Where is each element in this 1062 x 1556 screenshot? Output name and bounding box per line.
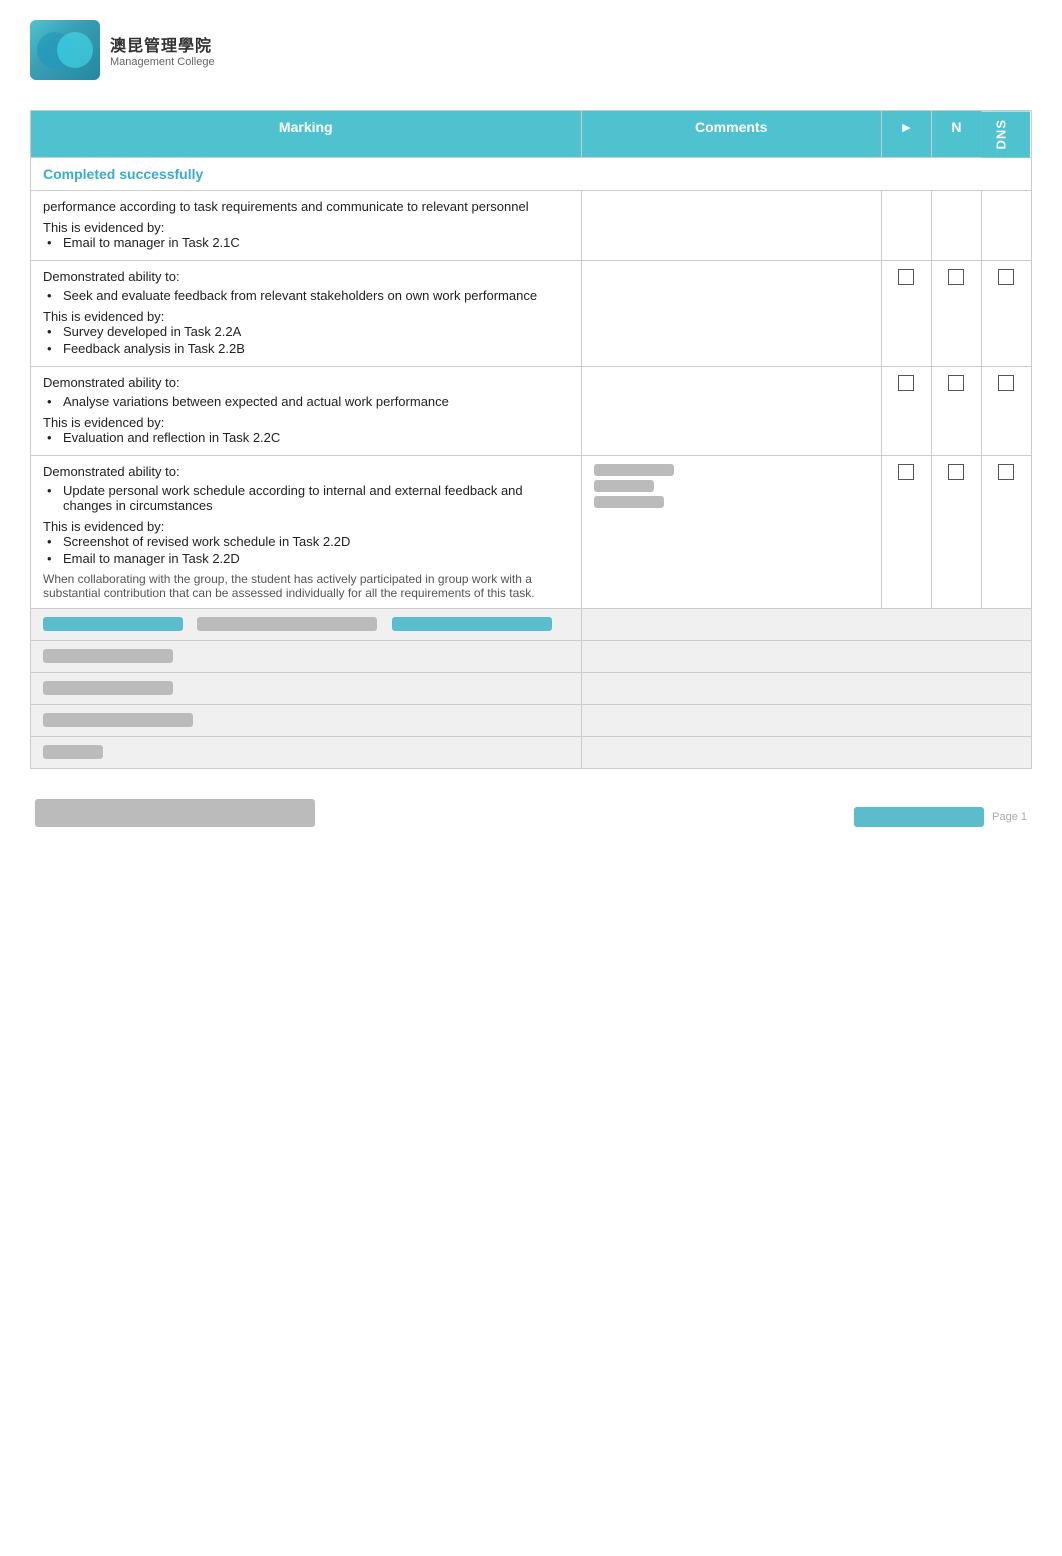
dns-label: DNS <box>994 119 1009 149</box>
col-header-n: N <box>931 111 981 158</box>
row2-n <box>931 261 981 367</box>
table-row <box>31 609 1032 641</box>
checkbox-icon[interactable] <box>948 375 964 391</box>
row3-demonstrated: Demonstrated ability to: <box>43 375 569 390</box>
row3-check <box>881 367 931 456</box>
col-header-checkmark: ► <box>881 111 931 158</box>
list-item: Analyse variations between expected and … <box>47 394 569 409</box>
blurred-assessor-sig-value <box>581 705 1031 737</box>
blurred-cell-2 <box>581 609 1031 641</box>
row3-comments <box>581 367 881 456</box>
footer: Page 1 <box>30 799 1032 827</box>
list-item: Screenshot of revised work schedule in T… <box>47 534 569 549</box>
table-row <box>31 737 1032 769</box>
row4-comments <box>581 456 881 609</box>
row4-check <box>881 456 931 609</box>
checkbox-icon[interactable] <box>948 269 964 285</box>
logo-sub-text: Management College <box>110 56 215 68</box>
row1-evidenced: This is evidenced by: <box>43 220 569 235</box>
row2-check <box>881 261 931 367</box>
checkbox-icon[interactable] <box>948 464 964 480</box>
row4-content: Demonstrated ability to: Update personal… <box>31 456 582 609</box>
table-row <box>31 641 1032 673</box>
marking-table: Marking Comments ► N DNS Completed succe… <box>30 110 1032 769</box>
list-item: Survey developed in Task 2.2A <box>47 324 569 339</box>
row2-comments <box>581 261 881 367</box>
logo-text: 澳昆管理學院 Management College <box>110 32 215 68</box>
footer-right: Page 1 <box>854 807 1027 827</box>
blurred-assessor-name-value <box>581 673 1031 705</box>
table-row: Demonstrated ability to: Update personal… <box>31 456 1032 609</box>
row4-evidence-bullets: Screenshot of revised work schedule in T… <box>43 534 569 566</box>
table-row: Demonstrated ability to: Seek and evalua… <box>31 261 1032 367</box>
blurred-assessor-name-cell <box>31 673 582 705</box>
row3-evidence-bullets: Evaluation and reflection in Task 2.2C <box>43 430 569 445</box>
header: 澳昆管理學院 Management College <box>30 20 1032 80</box>
row1-check <box>881 191 931 261</box>
col-header-comments: Comments <box>581 111 881 158</box>
checkbox-icon[interactable] <box>898 464 914 480</box>
blurred-date-cell <box>31 737 582 769</box>
row1-comments <box>581 191 881 261</box>
row4-dns <box>981 456 1031 609</box>
checkbox-icon[interactable] <box>898 375 914 391</box>
checkbox-icon[interactable] <box>998 375 1014 391</box>
table-row: performance according to task requiremen… <box>31 191 1032 261</box>
table-header-row: Marking Comments ► N DNS <box>31 111 1032 158</box>
col-header-dns: DNS <box>981 111 1031 158</box>
list-item: Feedback analysis in Task 2.2B <box>47 341 569 356</box>
row4-demonstrated: Demonstrated ability to: <box>43 464 569 479</box>
table-row: Demonstrated ability to: Analyse variati… <box>31 367 1032 456</box>
row3-n <box>931 367 981 456</box>
page-number: Page 1 <box>992 811 1027 823</box>
logo-area: 澳昆管理學院 Management College <box>30 20 215 80</box>
row4-ability-bullets: Update personal work schedule according … <box>43 483 569 513</box>
blurred-student-name-value <box>581 641 1031 673</box>
row1-text: performance according to task requiremen… <box>43 199 569 214</box>
checkbox-icon[interactable] <box>998 464 1014 480</box>
row3-ability-bullets: Analyse variations between expected and … <box>43 394 569 409</box>
row3-dns <box>981 367 1031 456</box>
footer-logo-blurred <box>854 807 984 827</box>
row2-ability-bullets: Seek and evaluate feedback from relevant… <box>43 288 569 303</box>
row1-content: performance according to task requiremen… <box>31 191 582 261</box>
logo-icon <box>30 20 100 80</box>
row2-evidenced: This is evidenced by: <box>43 309 569 324</box>
blurred-student-name-cell <box>31 641 582 673</box>
row3-content: Demonstrated ability to: Analyse variati… <box>31 367 582 456</box>
row2-content: Demonstrated ability to: Seek and evalua… <box>31 261 582 367</box>
row3-evidenced: This is evidenced by: <box>43 415 569 430</box>
table-row <box>31 705 1032 737</box>
blurred-date-value <box>581 737 1031 769</box>
row1-n <box>931 191 981 261</box>
row1-bullets: Email to manager in Task 2.1C <box>43 235 569 250</box>
row2-evidence-bullets: Survey developed in Task 2.2A Feedback a… <box>43 324 569 356</box>
page: 澳昆管理學院 Management College Marking Commen… <box>0 0 1062 1556</box>
section-heading-cell: Completed successfully <box>31 158 1032 191</box>
row2-demonstrated: Demonstrated ability to: <box>43 269 569 284</box>
section-heading-row: Completed successfully <box>31 158 1032 191</box>
list-item: Evaluation and reflection in Task 2.2C <box>47 430 569 445</box>
row2-dns <box>981 261 1031 367</box>
list-item: Update personal work schedule according … <box>47 483 569 513</box>
group-note: When collaborating with the group, the s… <box>43 572 569 600</box>
logo-main-text: 澳昆管理學院 <box>110 32 215 56</box>
footer-left <box>35 799 315 827</box>
blurred-assessor-sig-cell <box>31 705 582 737</box>
checkbox-icon[interactable] <box>998 269 1014 285</box>
col-header-marking: Marking <box>31 111 582 158</box>
row4-evidenced: This is evidenced by: <box>43 519 569 534</box>
blurred-cell-1 <box>31 609 582 641</box>
list-item: Email to manager in Task 2.1C <box>47 235 569 250</box>
list-item: Email to manager in Task 2.2D <box>47 551 569 566</box>
checkbox-icon[interactable] <box>898 269 914 285</box>
list-item: Seek and evaluate feedback from relevant… <box>47 288 569 303</box>
table-row <box>31 673 1032 705</box>
row1-dns <box>981 191 1031 261</box>
row4-n <box>931 456 981 609</box>
